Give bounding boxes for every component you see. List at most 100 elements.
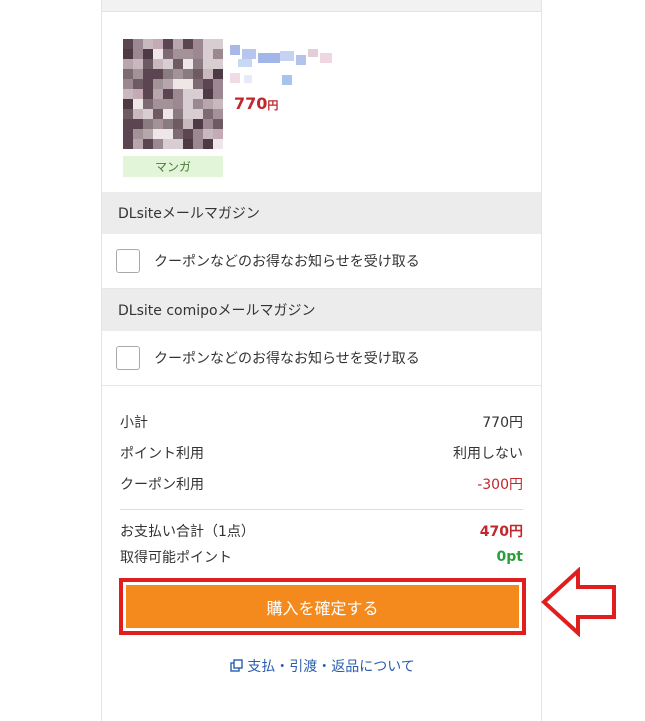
thumbnail-mosaic-cell	[203, 39, 213, 49]
thumbnail-mosaic-cell	[183, 119, 193, 129]
points-label: ポイント利用	[120, 445, 204, 462]
thumbnail-mosaic-cell	[173, 59, 183, 69]
title-blur-block	[258, 53, 280, 63]
thumbnail-mosaic-cell	[203, 129, 213, 139]
genre-badge: マンガ	[123, 156, 223, 177]
thumbnail-mosaic-cell	[143, 99, 153, 109]
thumbnail-mosaic-cell	[163, 69, 173, 79]
thumbnail-mosaic-cell	[133, 39, 143, 49]
confirm-purchase-button[interactable]: 購入を確定する	[126, 585, 519, 628]
thumbnail-mosaic-cell	[153, 69, 163, 79]
newsletter-dlsite-label[interactable]: クーポンなどのお得なお知らせを受け取る	[154, 251, 420, 271]
thumbnail-mosaic-cell	[183, 129, 193, 139]
thumbnail-mosaic-cell	[143, 59, 153, 69]
thumbnail-mosaic-cell	[133, 139, 143, 149]
thumbnail-mosaic-cell	[213, 139, 223, 149]
product-thumbnail[interactable]	[123, 39, 223, 149]
newsletter-comipo-checkbox[interactable]	[116, 346, 140, 370]
newsletter-dlsite-checkbox[interactable]	[116, 249, 140, 273]
earn-points-value: 0pt	[496, 549, 523, 565]
cart-item: 770円 マンガ	[102, 12, 541, 192]
thumbnail-mosaic-cell	[183, 89, 193, 99]
payment-policy-link[interactable]: 支払・引渡・返品について	[102, 656, 543, 676]
total-value: 470円	[479, 524, 523, 540]
thumbnail-mosaic-cell	[203, 79, 213, 89]
thumbnail-mosaic-cell	[133, 79, 143, 89]
earn-points-row: 取得可能ポイント 0pt	[120, 544, 523, 570]
thumbnail-mosaic-cell	[123, 119, 133, 129]
thumbnail-mosaic-cell	[193, 69, 203, 79]
thumbnail-mosaic-cell	[213, 69, 223, 79]
title-blur-block	[308, 49, 318, 57]
thumbnail-mosaic-cell	[133, 99, 143, 109]
thumbnail-mosaic-cell	[143, 69, 153, 79]
thumbnail-mosaic-cell	[153, 119, 163, 129]
thumbnail-mosaic-cell	[153, 99, 163, 109]
thumbnail-mosaic-cell	[183, 99, 193, 109]
coupon-row: クーポン利用 -300円	[120, 468, 523, 499]
thumbnail-mosaic-cell	[203, 49, 213, 59]
thumbnail-mosaic-cell	[153, 39, 163, 49]
points-value: 利用しない	[453, 445, 523, 462]
thumbnail-mosaic-cell	[173, 129, 183, 139]
total-row: お支払い合計（1点） 470円	[120, 518, 523, 544]
thumbnail-mosaic-cell	[163, 139, 173, 149]
earn-points-label: 取得可能ポイント	[120, 550, 232, 566]
payment-policy-link-label[interactable]: 支払・引渡・返品について	[247, 659, 415, 675]
thumbnail-mosaic-cell	[133, 119, 143, 129]
newsletter-dlsite-heading: DLsiteメールマガジン	[102, 192, 541, 234]
thumbnail-mosaic-cell	[153, 129, 163, 139]
thumbnail-mosaic-cell	[123, 99, 133, 109]
thumbnail-mosaic-cell	[153, 49, 163, 59]
thumbnail-mosaic-cell	[143, 49, 153, 59]
thumbnail-mosaic-cell	[163, 129, 173, 139]
thumbnail-mosaic-cell	[173, 89, 183, 99]
title-blur-block	[296, 55, 306, 65]
thumbnail-mosaic-cell	[213, 59, 223, 69]
total-label: お支払い合計（1点）	[120, 524, 255, 540]
pointer-arrow-icon	[541, 567, 616, 637]
thumbnail-mosaic-cell	[123, 79, 133, 89]
thumbnail-mosaic-cell	[203, 59, 213, 69]
thumbnail-mosaic-cell	[183, 109, 193, 119]
order-summary: 小計 770円 ポイント利用 利用しない クーポン利用 -300円 お支払い合計…	[102, 386, 541, 570]
thumbnail-mosaic-cell	[153, 59, 163, 69]
product-price-value: 770	[234, 94, 268, 113]
thumbnail-mosaic-cell	[173, 99, 183, 109]
thumbnail-mosaic-cell	[133, 59, 143, 69]
thumbnail-mosaic-cell	[193, 39, 203, 49]
thumbnail-mosaic-cell	[183, 49, 193, 59]
thumbnail-mosaic-cell	[203, 119, 213, 129]
thumbnail-mosaic-cell	[213, 99, 223, 109]
coupon-label: クーポン利用	[120, 476, 204, 493]
newsletter-comipo-option[interactable]: クーポンなどのお得なお知らせを受け取る	[102, 331, 541, 386]
thumbnail-mosaic-cell	[153, 139, 163, 149]
thumbnail-mosaic-cell	[143, 129, 153, 139]
thumbnail-mosaic-cell	[133, 69, 143, 79]
thumbnail-mosaic-cell	[163, 119, 173, 129]
title-blur-block	[230, 45, 240, 55]
newsletter-dlsite-option[interactable]: クーポンなどのお得なお知らせを受け取る	[102, 234, 541, 289]
thumbnail-mosaic-cell	[213, 129, 223, 139]
product-title-blurred[interactable]	[230, 45, 334, 89]
checkout-panel: 770円 マンガ DLsiteメールマガジン クーポンなどのお得なお知らせを受け…	[101, 0, 542, 721]
thumbnail-mosaic-cell	[193, 129, 203, 139]
thumbnail-mosaic-cell	[193, 99, 203, 109]
title-blur-block	[244, 75, 252, 83]
thumbnail-mosaic-cell	[163, 59, 173, 69]
thumbnail-mosaic-cell	[143, 119, 153, 129]
title-blur-block	[320, 53, 332, 63]
newsletter-comipo-label[interactable]: クーポンなどのお得なお知らせを受け取る	[154, 348, 420, 368]
thumbnail-mosaic-cell	[173, 139, 183, 149]
thumbnail-mosaic-cell	[163, 99, 173, 109]
title-blur-block	[238, 59, 252, 67]
thumbnail-mosaic-cell	[173, 49, 183, 59]
thumbnail-mosaic-cell	[123, 129, 133, 139]
thumbnail-mosaic-cell	[133, 129, 143, 139]
subtotal-value: 770円	[482, 414, 523, 431]
thumbnail-mosaic-cell	[183, 39, 193, 49]
thumbnail-mosaic-cell	[193, 49, 203, 59]
thumbnail-mosaic-cell	[123, 89, 133, 99]
thumbnail-mosaic-cell	[203, 139, 213, 149]
thumbnail-mosaic-cell	[173, 79, 183, 89]
